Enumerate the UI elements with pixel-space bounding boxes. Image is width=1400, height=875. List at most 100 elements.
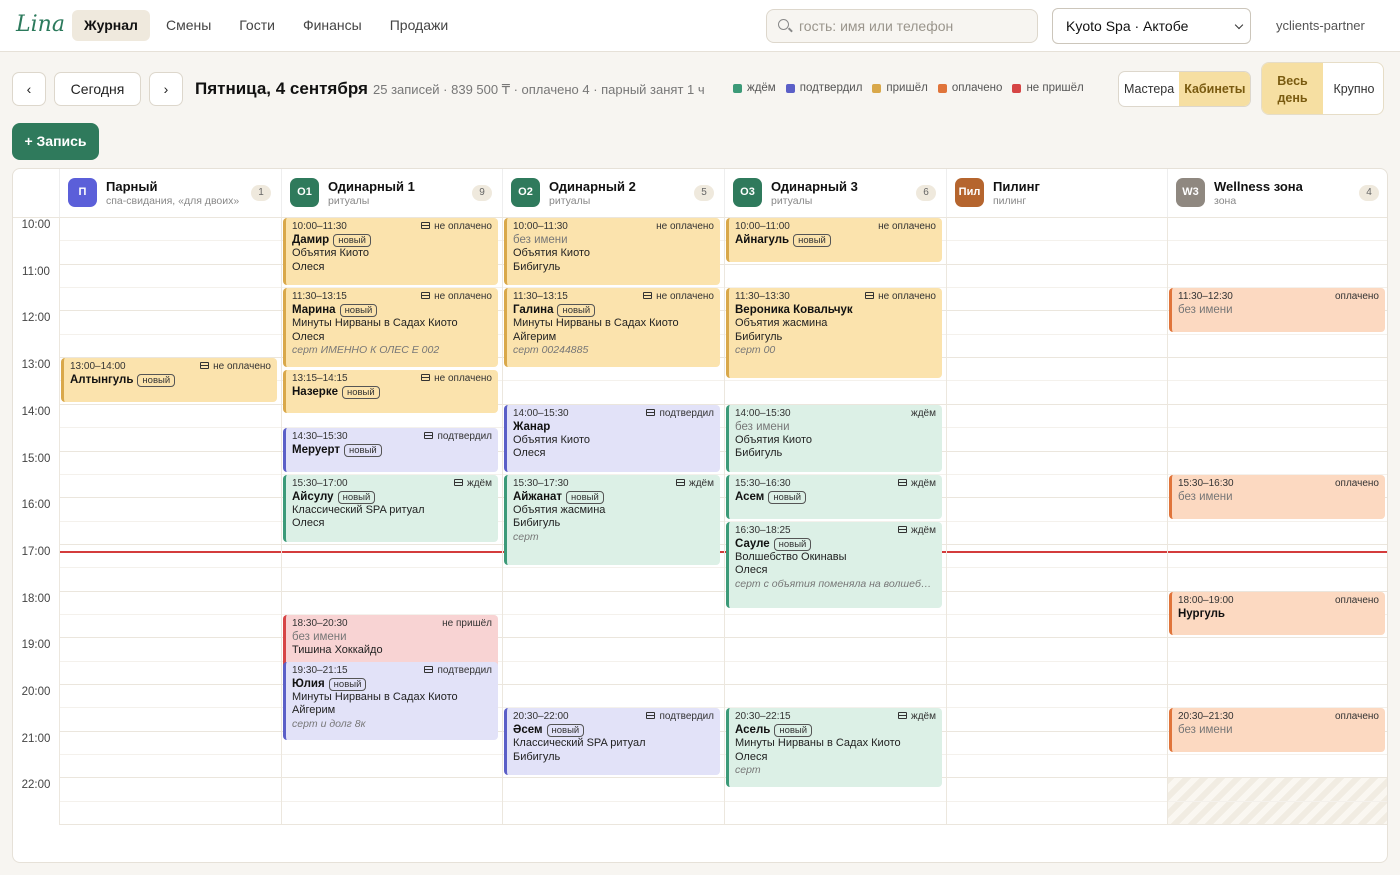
legend-item: ждём xyxy=(733,82,776,94)
new-record-button[interactable]: + Запись xyxy=(12,123,99,160)
room-header[interactable]: О1 Одинарный 1 ритуалы 9 xyxy=(281,169,502,217)
appointment-status-label: не оплачено xyxy=(656,221,714,232)
account-name[interactable]: yclients-partner xyxy=(1276,18,1365,33)
legend-swatch xyxy=(937,83,947,93)
new-guest-badge: новый xyxy=(344,444,382,458)
appointment-card[interactable]: 11:30–13:30 не оплачено Вероника Ковальчук… xyxy=(726,288,942,379)
new-guest-badge: новый xyxy=(566,490,604,504)
appointment-card[interactable]: 11:30–13:15 не оплачено Галина новый Минуты … xyxy=(504,288,720,367)
room-header[interactable]: О2 Одинарный 2 ритуалы 5 xyxy=(502,169,724,217)
guest-name: Дамир новый xyxy=(292,233,492,247)
time-label: 21:00 xyxy=(21,732,51,745)
master-name: Олеся xyxy=(292,260,325,273)
appointment-card[interactable]: 20:30–22:00 подтвердил Әсем новый Классическ… xyxy=(504,708,720,776)
time-label: 22:00 xyxy=(21,779,51,792)
service-name: Волшебство Окинавы xyxy=(735,550,847,563)
appointment-card[interactable]: 11:30–13:15 не оплачено Марина новый Минуты … xyxy=(283,288,498,367)
chevron-down-icon xyxy=(1234,20,1244,30)
appointment-status-label: не оплачено xyxy=(656,291,714,303)
view-switch: Мастера Кабинеты xyxy=(1118,71,1252,107)
guest-name-text: Сауле xyxy=(735,537,770,550)
prev-day-button[interactable]: ‹ xyxy=(12,72,46,106)
appointment-status-label: ждём xyxy=(467,477,492,489)
appointment-status-label: не пришёл xyxy=(442,617,492,629)
appointment-card[interactable]: 14:00–15:30 ждём без имени Объятия Киото Биб… xyxy=(726,404,942,472)
nav-journal[interactable]: Журнал xyxy=(72,10,150,41)
nav-finance[interactable]: Финансы xyxy=(291,10,374,41)
appointment-card[interactable]: 15:30–16:30 ждём Асем новый xyxy=(726,474,942,519)
range-whole-day-button[interactable]: Весь день xyxy=(1262,63,1323,114)
master-name: Бибигуль xyxy=(735,447,783,460)
branch-select[interactable]: Kyoto Spa · Актобе xyxy=(1052,8,1251,44)
appointment-status: оплачено xyxy=(1335,711,1379,723)
appointment-card[interactable]: 10:00–11:30 не оплачено Дамир новый Объятия … xyxy=(283,218,498,286)
payment-card-icon xyxy=(676,478,686,486)
new-guest-badge: новый xyxy=(341,385,380,399)
appointment-card[interactable]: 15:30–16:30 оплачено без имени xyxy=(1169,474,1385,519)
master-name: Бибигуль xyxy=(513,260,561,273)
service-name: Классический SPA ритуал xyxy=(292,503,425,516)
guest-name-text: Вероника Ковальчук xyxy=(735,304,853,317)
master-name: Олеся xyxy=(292,330,325,343)
room-name: Wellness зона xyxy=(1214,179,1303,194)
guest-name: Алтынгуль новый xyxy=(70,373,271,388)
appointment-card[interactable]: 14:00–15:30 подтвердил Жанар Объятия Киото О… xyxy=(504,404,720,472)
room-count-badge: 6 xyxy=(916,185,936,201)
room-header[interactable]: Пил Пилинг пилинг xyxy=(946,169,1167,217)
nav-sales[interactable]: Продажи xyxy=(378,10,460,41)
legend-item: оплачено xyxy=(937,82,1002,94)
guest-name-text: Асем xyxy=(735,490,765,503)
appointment-note: серт xyxy=(735,764,761,777)
guest-name: Айнагуль новый xyxy=(735,233,936,247)
room-header[interactable]: О3 Одинарный 3 ритуалы 6 xyxy=(724,169,946,217)
room-subtitle: ритуалы xyxy=(771,195,813,207)
appointment-card[interactable]: 13:00–14:00 не оплачено Алтынгуль новый xyxy=(61,358,277,402)
appointment-card[interactable]: 10:00–11:30 не оплачено без имени Объятия К… xyxy=(504,218,720,286)
next-day-button[interactable]: › xyxy=(149,72,183,106)
guest-name: Нургуль xyxy=(1178,607,1379,621)
appointment-card[interactable]: 15:30–17:30 ждём Айжанат новый Объятия жасми… xyxy=(504,474,720,566)
room-badge: Пил xyxy=(955,178,984,207)
appointment-status: не пришёл xyxy=(442,618,492,630)
payment-card-icon xyxy=(865,292,875,300)
appointment-card[interactable]: 14:30–15:30 подтвердил Меруерт новый xyxy=(283,428,498,472)
appointment-status: подтвердил xyxy=(424,431,492,443)
appointment-card[interactable]: 13:15–14:15 не оплачено Назерке новый xyxy=(283,369,498,414)
appointment-card[interactable]: 18:00–19:00 оплачено Нургуль xyxy=(1169,591,1385,636)
appointment-card[interactable]: 15:30–17:00 ждём Айсулу новый Классический S… xyxy=(283,474,498,542)
room-header[interactable]: П Парный спа-свидания, «для двоих» 1 xyxy=(59,169,281,217)
today-button[interactable]: Сегодня xyxy=(54,72,141,106)
appointment-status: ждём xyxy=(898,478,936,490)
column-divider xyxy=(502,217,503,824)
appointment-status: подтвердил xyxy=(646,711,714,723)
appointment-status-label: оплачено xyxy=(1334,477,1379,489)
view-rooms-button[interactable]: Кабинеты xyxy=(1179,72,1251,106)
time-label: 14:00 xyxy=(21,405,51,418)
range-zoom-button[interactable]: Крупно xyxy=(1323,63,1383,114)
nav-shifts[interactable]: Смены xyxy=(154,10,223,41)
guest-name-text: Нургуль xyxy=(1178,607,1225,620)
top-bar: Lina Журнал Смены Гости Финансы Продажи … xyxy=(0,0,1400,52)
appointment-status-label: не оплачено xyxy=(434,291,492,303)
appointment-card[interactable]: 11:30–12:30 оплачено без имени xyxy=(1169,288,1385,332)
guest-name-text: Айнагуль xyxy=(735,234,790,246)
appointment-card[interactable]: 20:30–22:15 ждём Асель новый Минуты Нирваны … xyxy=(726,708,942,788)
view-masters-button[interactable]: Мастера xyxy=(1119,72,1179,106)
room-subtitle: спа-свидания, «для двоих» xyxy=(106,195,240,207)
appointment-card[interactable]: 10:00–11:00 не оплачено Айнагуль новый xyxy=(726,218,942,262)
appointment-status-label: не оплачено xyxy=(878,221,936,232)
appointment-card[interactable]: 20:30–21:30 оплачено без имени xyxy=(1169,708,1385,753)
appointment-card[interactable]: 16:30–18:25 ждём Сауле новый Волшебство Окин… xyxy=(726,521,942,609)
service-name: Объятия жасмина xyxy=(513,503,606,516)
app-logo[interactable]: Lina xyxy=(16,12,65,37)
appointment-status: оплачено xyxy=(1335,595,1379,607)
room-header[interactable]: W3 Wellness зона зона 4 xyxy=(1167,169,1387,217)
nav-guests[interactable]: Гости xyxy=(227,10,287,41)
appointment-card[interactable]: 19:30–21:15 подтвердил Юлия новый Минуты Нир… xyxy=(283,661,498,741)
guest-search-input[interactable] xyxy=(799,10,1029,42)
legend-item: подтвердил xyxy=(785,82,862,94)
appointment-note: серт и долг 8к xyxy=(292,717,366,730)
new-guest-badge: новый xyxy=(339,304,378,318)
main-nav: Журнал Смены Гости Финансы Продажи xyxy=(72,10,460,41)
guest-name: без имени xyxy=(1178,490,1379,504)
